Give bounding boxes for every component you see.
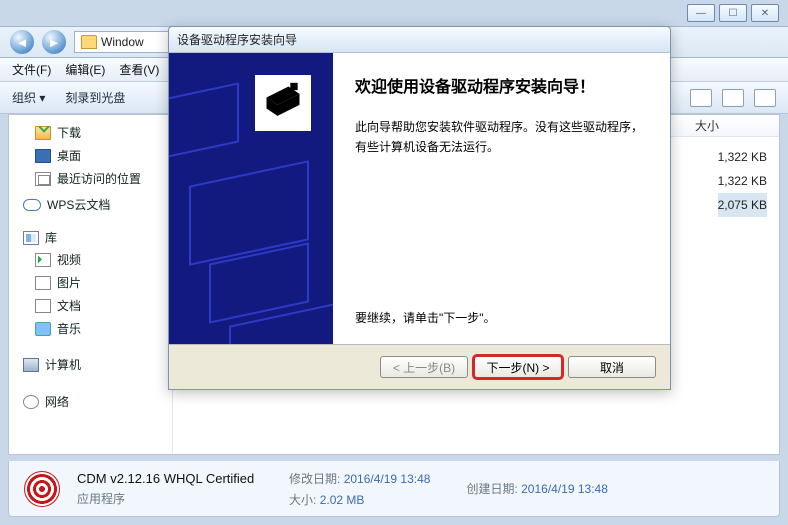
tree-library[interactable]: 库 xyxy=(17,229,164,246)
network-icon xyxy=(23,395,39,409)
wizard-sidebar-art xyxy=(169,53,333,344)
tree-music[interactable]: 音乐 xyxy=(17,317,164,340)
tree-computer-label: 计算机 xyxy=(45,356,81,373)
tree-desktop[interactable]: 桌面 xyxy=(17,144,164,167)
video-icon xyxy=(35,253,51,267)
tree-recent[interactable]: 最近访问的位置 xyxy=(17,167,164,190)
back-button: < 上一步(B) xyxy=(380,356,468,378)
wizard-text-panel: 欢迎使用设备驱动程序安装向导！ 此向导帮助您安装软件驱动程序。没有这些驱动程序，… xyxy=(333,53,670,344)
create-label: 创建日期: xyxy=(466,482,517,496)
size-label: 大小: xyxy=(289,493,316,507)
driver-install-wizard: 设备驱动程序安装向导 欢迎使用设备驱动程序安装向导！ 此向导帮助您安装软件驱动程… xyxy=(168,26,671,390)
tree-computer[interactable]: 计算机 xyxy=(17,356,164,373)
cloud-icon xyxy=(23,199,41,211)
column-size-header[interactable]: 大小 xyxy=(659,115,779,137)
next-button[interactable]: 下一步(N) > xyxy=(474,356,562,378)
picture-icon xyxy=(35,276,51,290)
music-icon xyxy=(35,322,51,336)
download-icon xyxy=(35,126,51,140)
tree-network-label: 网络 xyxy=(45,393,69,410)
tree-music-label: 音乐 xyxy=(57,320,81,337)
view-mode-icon[interactable] xyxy=(690,89,712,107)
tree-video-label: 视频 xyxy=(57,251,81,268)
tree-pictures-label: 图片 xyxy=(57,274,81,291)
tree-wps-label: WPS云文档 xyxy=(47,196,110,213)
wizard-button-row: < 上一步(B) 下一步(N) > 取消 xyxy=(169,345,670,389)
disk-icon xyxy=(255,75,311,131)
burn-button[interactable]: 刻录到光盘 xyxy=(65,89,125,106)
organize-button[interactable]: 组织 ▾ xyxy=(12,89,45,106)
wizard-heading: 欢迎使用设备驱动程序安装向导！ xyxy=(355,73,648,97)
wizard-titlebar[interactable]: 设备驱动程序安装向导 xyxy=(169,27,670,53)
tree-downloads-label: 下载 xyxy=(57,124,81,141)
tree-pictures[interactable]: 图片 xyxy=(17,271,164,294)
close-window-button[interactable]: ✕ xyxy=(751,4,779,22)
mod-label: 修改日期: xyxy=(289,472,340,486)
tree-library-label: 库 xyxy=(45,229,57,246)
cancel-button[interactable]: 取消 xyxy=(568,356,656,378)
detail-name: CDM v2.12.16 WHQL Certified xyxy=(77,471,277,486)
details-pane: CDM v2.12.16 WHQL Certified 应用程序 修改日期: 2… xyxy=(8,461,780,517)
file-size-cell[interactable]: 1,322 KB xyxy=(718,169,767,193)
mod-value: 2016/4/19 13:48 xyxy=(344,472,431,486)
tree-desktop-label: 桌面 xyxy=(57,147,81,164)
recent-icon xyxy=(35,172,51,186)
detail-type: 应用程序 xyxy=(77,490,277,507)
preview-pane-icon[interactable] xyxy=(722,89,744,107)
tree-wps[interactable]: WPS云文档 xyxy=(17,196,164,213)
nav-tree: 下载 桌面 最近访问的位置 WPS云文档 库 视频 图片 文档 音乐 计算机 网… xyxy=(9,115,173,454)
menu-view[interactable]: 查看(V) xyxy=(119,61,159,78)
nav-forward-button[interactable]: ► xyxy=(42,30,66,54)
tree-documents-label: 文档 xyxy=(57,297,81,314)
maximize-button[interactable]: ☐ xyxy=(719,4,747,22)
computer-icon xyxy=(23,358,39,372)
tree-video[interactable]: 视频 xyxy=(17,248,164,271)
tree-network[interactable]: 网络 xyxy=(17,393,164,410)
library-icon xyxy=(23,231,39,245)
address-text: Window xyxy=(101,35,144,49)
create-value: 2016/4/19 13:48 xyxy=(521,482,608,496)
document-icon xyxy=(35,299,51,313)
menu-file[interactable]: 文件(F) xyxy=(12,61,51,78)
help-icon[interactable] xyxy=(754,89,776,107)
file-size-cell-selected[interactable]: 2,075 KB xyxy=(718,193,767,217)
tree-downloads[interactable]: 下载 xyxy=(17,121,164,144)
minimize-button[interactable]: — xyxy=(687,4,715,22)
menu-edit[interactable]: 编辑(E) xyxy=(65,61,105,78)
window-controls: — ☐ ✕ xyxy=(687,4,779,22)
wizard-body: 欢迎使用设备驱动程序安装向导！ 此向导帮助您安装软件驱动程序。没有这些驱动程序，… xyxy=(169,53,670,345)
folder-icon xyxy=(81,35,97,49)
file-size-cell[interactable]: 1,322 KB xyxy=(718,145,767,169)
wizard-prompt: 要继续，请单击"下一步"。 xyxy=(355,309,496,326)
size-column: 1,322 KB 1,322 KB 2,075 KB xyxy=(718,145,767,217)
tree-recent-label: 最近访问的位置 xyxy=(57,170,141,187)
desktop-icon xyxy=(35,149,51,163)
wizard-description: 此向导帮助您安装软件驱动程序。没有这些驱动程序，有些计算机设备无法运行。 xyxy=(355,117,648,158)
tree-documents[interactable]: 文档 xyxy=(17,294,164,317)
nav-back-button[interactable]: ◄ xyxy=(10,30,34,54)
size-value: 2.02 MB xyxy=(320,493,365,507)
app-icon xyxy=(19,466,65,512)
